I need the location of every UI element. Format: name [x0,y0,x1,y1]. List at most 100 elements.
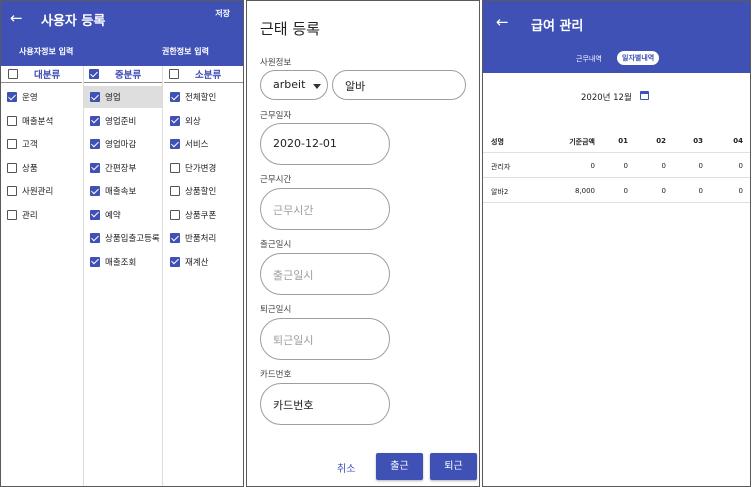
save-button[interactable]: 저장 [215,8,230,19]
column-header: 대분류 [1,66,82,83]
permission-item[interactable]: 예약 [84,204,162,226]
permission-item[interactable]: 운영 [1,86,82,108]
employee-name-value: 알바 [345,80,366,93]
permission-item[interactable]: 재계산 [164,251,243,273]
select-all-checkbox[interactable] [169,69,179,79]
card-number-label: 카드번호 [260,370,292,380]
permission-item[interactable]: 매출분석 [1,110,82,132]
employee-label: 사원정보 [260,58,292,68]
permission-item[interactable]: 매출속보 [84,180,162,202]
permission-item-label: 영업마감 [105,140,137,150]
permission-checkbox[interactable] [90,139,100,149]
check-out-placeholder: 퇴근일시 [273,334,314,347]
permission-item[interactable]: 고객 [1,133,82,155]
work-time-label: 근무시간 [260,175,292,185]
middle-category-column: 중분류영업영업준비영업마감간편장부매출속보 예약상품입출고등록매출조회 [83,66,163,486]
permission-item[interactable]: 영업준비 [84,110,162,132]
permission-checkbox[interactable] [90,115,100,126]
permission-item[interactable]: 상품할인 [164,180,243,202]
permission-checkbox[interactable] [7,162,17,173]
permission-checkbox[interactable] [7,139,17,149]
tab-daily-history[interactable]: 일자별내역 [617,51,660,65]
column-header: 중분류 [84,66,162,83]
permission-checkbox[interactable] [90,209,100,220]
table-cell: 0 [623,162,628,170]
column-header: 03 [693,137,703,145]
permission-item[interactable]: 간편장부 [84,157,162,179]
permission-checkbox[interactable] [170,92,180,102]
check-out-button[interactable]: 퇴근 [430,453,477,480]
permission-item[interactable]: 영업 [84,86,162,108]
permission-item[interactable]: 영업마감 [84,133,162,155]
check-in-field[interactable]: 출근일시 [260,253,390,295]
permission-checkbox[interactable] [7,92,17,102]
employee-type-select[interactable]: arbeit [260,70,328,100]
permission-item-label: 상품입출고등록 [105,234,160,244]
employee-name-field[interactable]: 알바 [332,70,466,100]
page-title: 급여 관리 [531,19,584,34]
permission-item[interactable]: 상품입출고등록 [84,227,162,249]
permission-item[interactable]: 사원관리 [1,180,82,202]
permission-checkbox[interactable] [170,186,180,196]
table-cell: 8,000 [574,187,595,195]
permission-checkbox[interactable] [170,209,180,220]
table-cell: 0 [590,162,595,170]
permission-checkbox[interactable] [90,186,100,196]
column-header: 04 [733,137,743,145]
permission-item[interactable]: 매출조회 [84,251,162,273]
permission-checkbox[interactable] [90,256,100,267]
permission-item[interactable]: 상품쿠폰 [164,204,243,226]
tab-user-info[interactable]: 사용자정보 입력 [19,46,73,57]
permission-item-label: 반품처리 [185,234,217,244]
work-date-value: 2020-12-01 [273,137,337,150]
permission-checkbox[interactable] [170,162,180,173]
permission-checkbox[interactable] [90,92,100,102]
month-label: 2020년 12월 [581,93,632,103]
permission-item[interactable]: 서비스 [164,133,243,155]
permission-checkbox[interactable] [170,139,180,149]
work-date-field[interactable]: 2020-12-01 [260,123,390,165]
check-out-label: 퇴근일시 [260,305,292,315]
back-arrow-icon[interactable]: ← [496,13,509,31]
work-time-placeholder: 근무시간 [273,204,314,217]
card-number-field[interactable]: 카드번호 [260,383,390,425]
select-all-checkbox[interactable] [89,69,99,79]
cancel-button[interactable]: 취소 [337,460,355,475]
permission-item-label: 간편장부 [105,163,137,174]
card-number-value: 카드번호 [273,399,314,412]
permission-checkbox[interactable] [90,233,100,243]
permission-checkbox[interactable] [7,209,17,220]
permission-item[interactable]: 외상 [164,110,243,132]
permission-item[interactable]: 관리 [1,204,82,226]
select-all-checkbox[interactable] [8,69,18,79]
major-category-column: 대분류운영매출분석 고객상품사원관리 관리 [1,66,82,486]
page-title: 사용자 등록 [41,14,106,29]
permission-item[interactable]: 상품 [1,157,82,179]
tab-permission-info[interactable]: 권한정보 입력 [162,46,209,57]
calendar-icon[interactable] [640,91,649,100]
permission-checkbox[interactable] [7,115,17,126]
permission-item[interactable]: 반품처리 [164,227,243,249]
permission-item-label: 운영 [22,93,38,103]
permission-checkbox[interactable] [170,233,180,243]
table-cell: 관리자 [491,163,511,171]
permission-item[interactable]: 전체할인 [164,86,243,108]
app-bar: ← 급여 관리 근무내역 일자별내역 [483,1,750,73]
employee-type-value: arbeit [273,78,306,91]
permission-item-label: 영업 [105,93,121,103]
permission-checkbox[interactable] [170,115,180,126]
check-in-button[interactable]: 출근 [376,453,423,480]
back-arrow-icon[interactable]: ← [10,9,23,27]
permission-item-label: 서비스 [185,140,209,150]
work-time-field[interactable]: 근무시간 [260,188,390,230]
permission-item-label: 상품 [22,163,38,174]
check-out-field[interactable]: 퇴근일시 [260,318,390,360]
permission-checkbox[interactable] [170,256,180,267]
permission-checkbox[interactable] [7,186,17,196]
permission-item[interactable]: 단가변경 [164,157,243,179]
tab-work-history[interactable]: 근무내역 [576,54,602,64]
user-registration-screen: ← 사용자 등록 저장 사용자정보 입력 권한정보 입력 대분류운영매출분석 고객… [0,0,244,487]
table-cell: 0 [738,162,743,170]
table-cell: 0 [698,162,703,170]
permission-checkbox[interactable] [90,162,100,173]
